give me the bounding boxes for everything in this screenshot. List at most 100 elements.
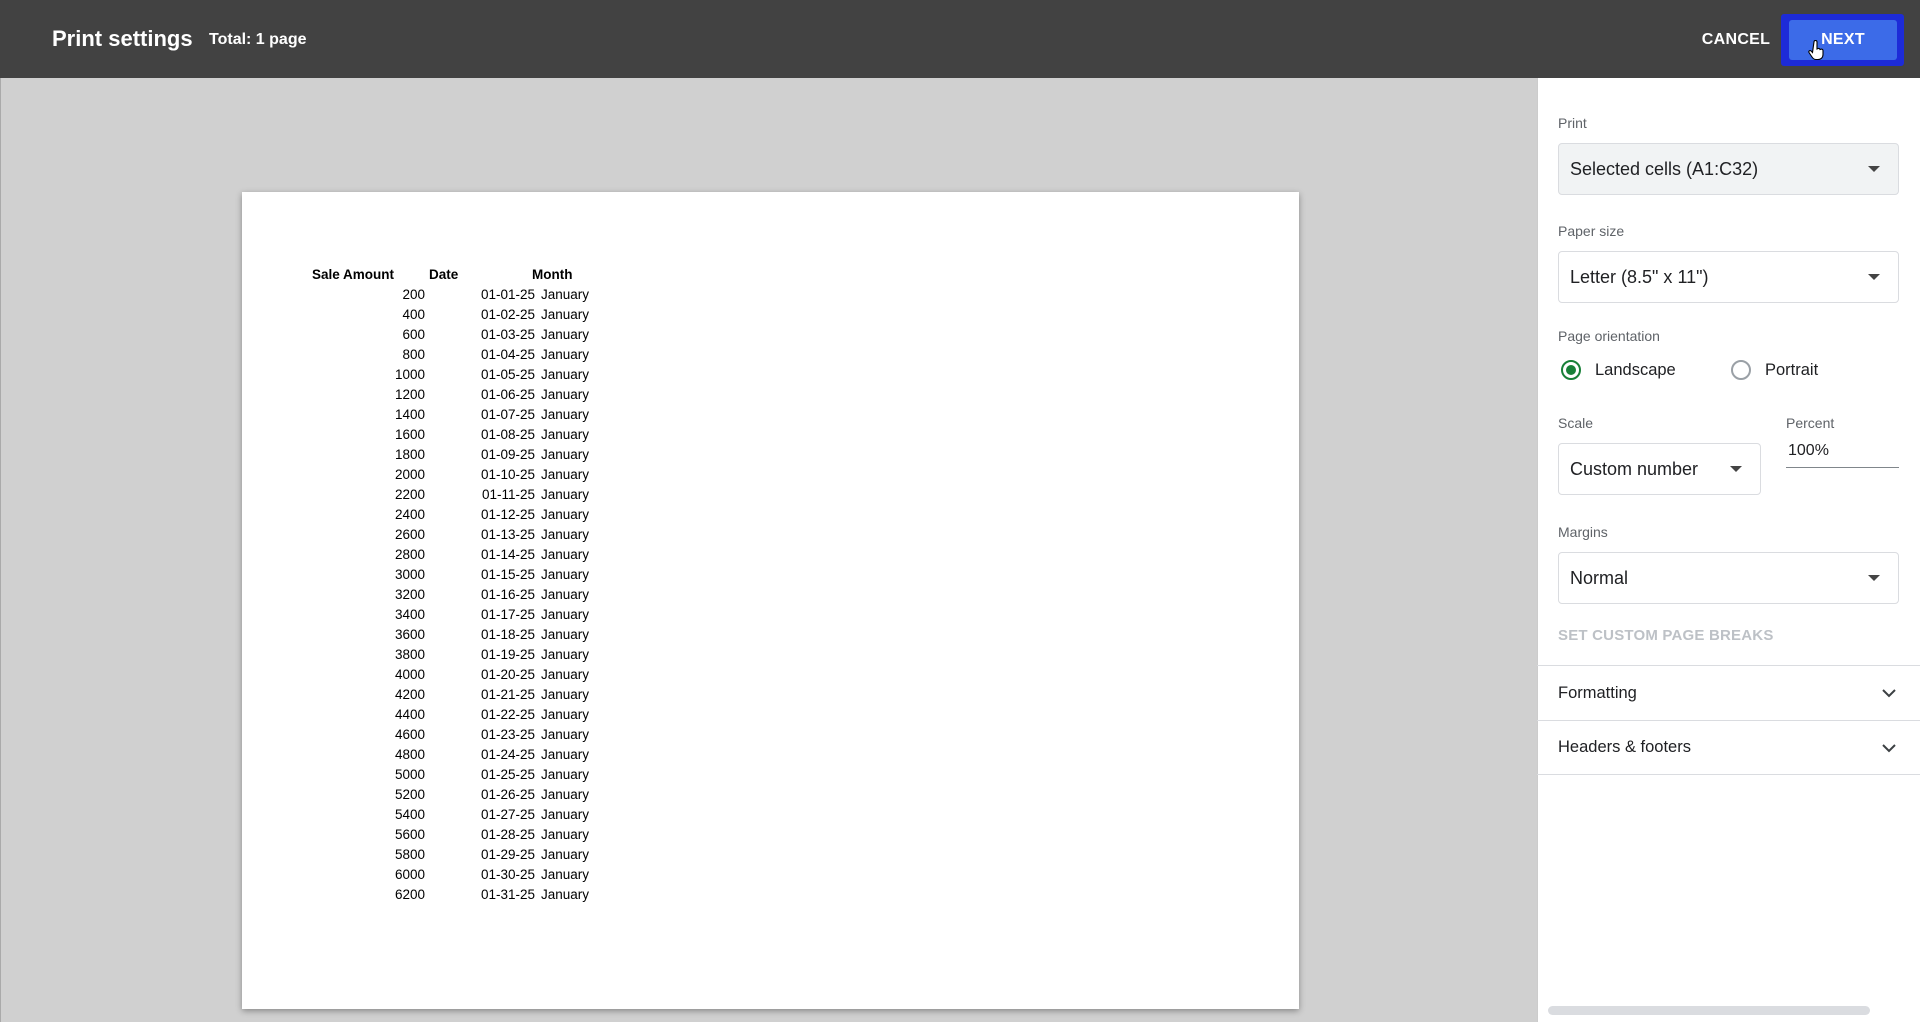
sale-amount-cell: 2400 xyxy=(394,506,425,522)
top-bar: Print settings Total: 1 page CANCEL NEXT xyxy=(0,0,1920,78)
date-cell: 01-15-25 xyxy=(480,566,535,582)
date-cell: 01-23-25 xyxy=(480,726,535,742)
sale-amount-cell: 1800 xyxy=(394,446,425,462)
date-cell: 01-08-25 xyxy=(480,426,535,442)
print-range-select[interactable]: Selected cells (A1:C32) xyxy=(1558,143,1899,195)
dropdown-caret-icon xyxy=(1730,466,1742,472)
month-cell: January xyxy=(541,446,590,462)
page-count: Total: 1 page xyxy=(209,31,307,48)
sale-amount-cell: 800 xyxy=(402,346,425,362)
sale-amount-cell: 2800 xyxy=(394,546,425,562)
column-header-month: Month xyxy=(532,266,573,282)
panel-scrollbar[interactable] xyxy=(1548,1006,1870,1015)
sale-amount-cell: 3400 xyxy=(394,606,425,622)
table-row: 2600 01-13-25 January xyxy=(312,524,611,544)
sale-amount-cell: 5200 xyxy=(394,786,425,802)
sale-amount-cell: 2200 xyxy=(394,486,425,502)
headers-footers-label: Headers & footers xyxy=(1558,738,1691,756)
date-cell: 01-04-25 xyxy=(480,346,535,362)
table-row: 6200 01-31-25 January xyxy=(312,884,611,904)
table-row: 5400 01-27-25 January xyxy=(312,804,611,824)
sale-amount-cell: 1600 xyxy=(394,426,425,442)
month-cell: January xyxy=(541,586,590,602)
date-cell: 01-24-25 xyxy=(480,746,535,762)
paper-size-select[interactable]: Letter (8.5" x 11") xyxy=(1558,251,1899,303)
table-row: 6000 01-30-25 January xyxy=(312,864,611,884)
month-cell: January xyxy=(541,326,590,342)
date-cell: 01-02-25 xyxy=(480,306,535,322)
print-preview-area: Sale Amount Date Month 200 01-01-25 Januar… xyxy=(0,78,1537,1022)
date-cell: 01-31-25 xyxy=(480,886,535,902)
date-cell: 01-17-25 xyxy=(480,606,535,622)
month-cell: January xyxy=(541,466,590,482)
date-cell: 01-09-25 xyxy=(480,446,535,462)
sale-amount-cell: 6200 xyxy=(394,886,425,902)
date-cell: 01-03-25 xyxy=(480,326,535,342)
settings-panel xyxy=(1537,78,1920,1022)
month-cell: January xyxy=(541,846,590,862)
column-header-sale-amount: Sale Amount xyxy=(312,266,395,282)
table-row: 600 01-03-25 January xyxy=(312,324,611,344)
sale-amount-cell: 2600 xyxy=(394,526,425,542)
month-cell: January xyxy=(541,686,590,702)
sale-amount-cell: 600 xyxy=(402,326,425,342)
next-button[interactable]: NEXT xyxy=(1789,20,1897,60)
print-range-value: Selected cells (A1:C32) xyxy=(1570,158,1759,179)
portrait-radio[interactable] xyxy=(1731,360,1751,380)
date-cell: 01-21-25 xyxy=(480,686,535,702)
month-cell: January xyxy=(541,806,590,822)
sale-amount-cell: 6000 xyxy=(394,866,425,882)
percent-input[interactable]: 100% xyxy=(1786,442,1899,468)
table-row: 1000 01-05-25 January xyxy=(312,364,611,384)
formatting-section[interactable]: Formatting xyxy=(1537,665,1920,720)
sale-amount-cell: 200 xyxy=(402,286,425,302)
table-row: 4200 01-21-25 January xyxy=(312,684,611,704)
hand-cursor-icon xyxy=(1808,40,1824,61)
portrait-option[interactable]: Portrait xyxy=(1731,360,1818,380)
margins-select[interactable]: Normal xyxy=(1558,552,1899,604)
sale-amount-cell: 5400 xyxy=(394,806,425,822)
date-cell: 01-12-25 xyxy=(480,506,535,522)
date-cell: 01-29-25 xyxy=(480,846,535,862)
date-cell: 01-01-25 xyxy=(480,286,535,302)
table-row: 200 01-01-25 January xyxy=(312,284,611,304)
month-cell: January xyxy=(541,366,590,382)
page-preview: Sale Amount Date Month 200 01-01-25 Januar… xyxy=(242,192,1299,1009)
month-cell: January xyxy=(541,626,590,642)
date-cell: 01-26-25 xyxy=(480,786,535,802)
date-cell: 01-19-25 xyxy=(480,646,535,662)
sale-amount-cell: 5000 xyxy=(394,766,425,782)
table-row: 2800 01-14-25 January xyxy=(312,544,611,564)
sale-amount-cell: 2000 xyxy=(394,466,425,482)
date-cell: 01-25-25 xyxy=(480,766,535,782)
month-cell: January xyxy=(541,666,590,682)
paper-size-value: Letter (8.5" x 11") xyxy=(1570,266,1709,287)
month-cell: January xyxy=(541,606,590,622)
table-row: 3800 01-19-25 January xyxy=(312,644,611,664)
sale-amount-cell: 3000 xyxy=(394,566,425,582)
set-custom-page-breaks-button[interactable]: SET CUSTOM PAGE BREAKS xyxy=(1558,627,1774,644)
landscape-option[interactable]: Landscape xyxy=(1561,360,1676,380)
cancel-button[interactable]: CANCEL xyxy=(1686,20,1786,60)
date-cell: 01-30-25 xyxy=(480,866,535,882)
dropdown-caret-icon xyxy=(1868,274,1880,280)
table-row: 5200 01-26-25 January xyxy=(312,784,611,804)
month-cell: January xyxy=(541,766,590,782)
headers-footers-section[interactable]: Headers & footers xyxy=(1537,720,1920,775)
table-row: 5600 01-28-25 January xyxy=(312,824,611,844)
table-row: 4800 01-24-25 January xyxy=(312,744,611,764)
table-row: 1600 01-08-25 January xyxy=(312,424,611,444)
column-header-date: Date xyxy=(429,266,459,282)
month-cell: January xyxy=(541,426,590,442)
scale-select[interactable]: Custom number xyxy=(1558,443,1761,495)
table-row: 5000 01-25-25 January xyxy=(312,764,611,784)
month-cell: January xyxy=(541,746,590,762)
month-cell: January xyxy=(541,406,590,422)
table-row: 5800 01-29-25 January xyxy=(312,844,611,864)
date-cell: 01-05-25 xyxy=(480,366,535,382)
month-cell: January xyxy=(541,786,590,802)
formatting-label: Formatting xyxy=(1558,683,1637,702)
table-row: 3400 01-17-25 January xyxy=(312,604,611,624)
landscape-radio[interactable] xyxy=(1561,360,1581,380)
sale-amount-cell: 1400 xyxy=(394,406,425,422)
